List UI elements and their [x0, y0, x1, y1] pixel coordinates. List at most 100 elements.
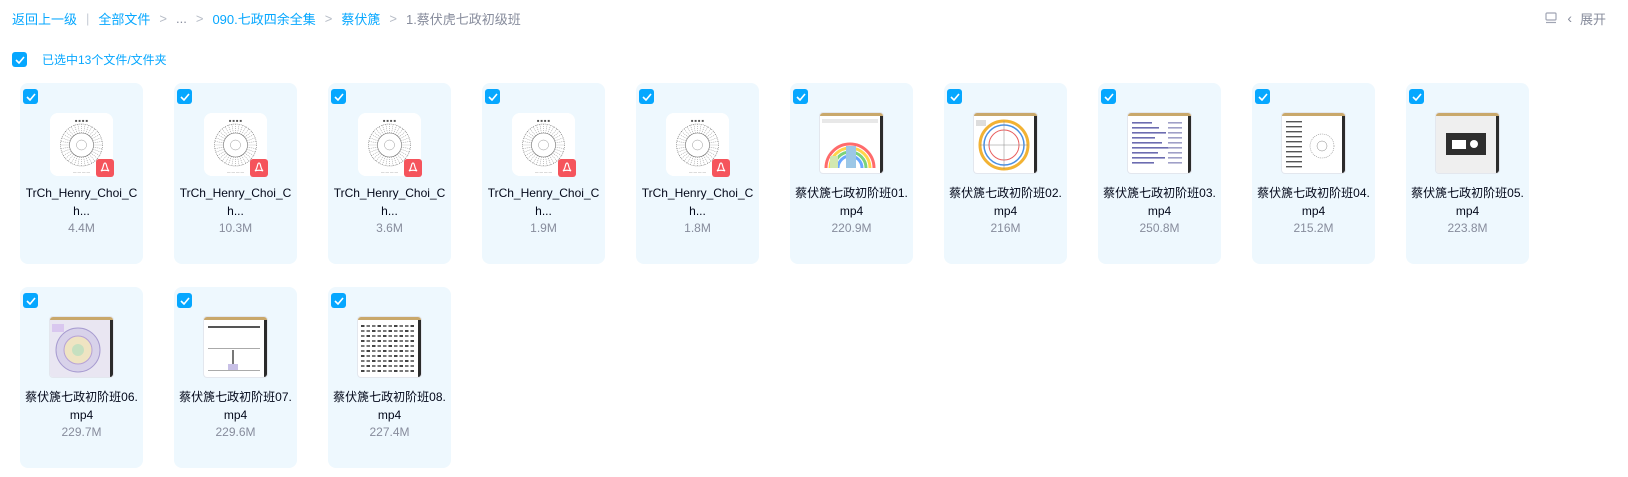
- check-icon: [1257, 92, 1268, 101]
- file-checkbox[interactable]: [177, 89, 192, 104]
- breadcrumb-folder-090[interactable]: 090.七政四余全集: [212, 9, 315, 28]
- file-name[interactable]: 蔡伏篪七政初阶班07.mp4: [178, 388, 293, 424]
- svg-text:— — — —: — — — —: [689, 170, 706, 174]
- file-size: 1.8M: [684, 221, 711, 235]
- selection-bar: 已选中13个文件/文件夹: [12, 51, 167, 68]
- video-file-card[interactable]: 蔡伏篪七政初阶班02.mp4 216M: [944, 83, 1067, 264]
- video-file-card[interactable]: 蔡伏篪七政初阶班04.mp4 215.2M: [1252, 83, 1375, 264]
- video-file-card[interactable]: 蔡伏篪七政初阶班07.mp4 229.6M: [174, 287, 297, 468]
- video-file-card[interactable]: 蔡伏篪七政初阶班05.mp4 223.8M: [1406, 83, 1529, 264]
- video-frame-preview: [358, 317, 421, 377]
- check-icon: [179, 296, 190, 305]
- file-name[interactable]: 蔡伏篪七政初阶班02.mp4: [948, 184, 1063, 220]
- video-thumbnail: [1436, 113, 1499, 176]
- svg-text:■ ■ ■ ■: ■ ■ ■ ■: [691, 118, 705, 123]
- chevron-left-icon: ‹: [1567, 10, 1572, 26]
- file-name[interactable]: 蔡伏篪七政初阶班04.mp4: [1256, 184, 1371, 220]
- check-icon: [333, 92, 344, 101]
- breadcrumb: 返回上一级 | 全部文件 > ... > 090.七政四余全集 > 蔡伏篪 > …: [12, 9, 521, 28]
- pdf-thumbnail: ■ ■ ■ ■ — — — —: [50, 113, 114, 177]
- file-name[interactable]: 蔡伏篪七政初阶班05.mp4: [1410, 184, 1525, 220]
- pdf-thumbnail: ■ ■ ■ ■ — — — —: [666, 113, 730, 177]
- video-file-card[interactable]: 蔡伏篪七政初阶班03.mp4 250.8M: [1098, 83, 1221, 264]
- chevron-right-icon: >: [159, 11, 168, 26]
- pdf-thumbnail: ■ ■ ■ ■ — — — —: [358, 113, 422, 177]
- breadcrumb-bar: 返回上一级 | 全部文件 > ... > 090.七政四余全集 > 蔡伏篪 > …: [0, 0, 1628, 36]
- file-name[interactable]: TrCh_Henry_Choi_Ch...: [178, 184, 293, 220]
- chevron-right-icon: >: [389, 11, 397, 26]
- breadcrumb-current: 1.蔡伏虎七政初级班: [405, 12, 521, 27]
- pdf-file-card[interactable]: ■ ■ ■ ■ — — — — TrCh_Henry_Choi_Ch... 1.9M: [482, 83, 605, 264]
- video-thumbnail: [974, 113, 1037, 176]
- file-name[interactable]: TrCh_Henry_Choi_Ch...: [24, 184, 139, 220]
- video-file-card[interactable]: 蔡伏篪七政初阶班06.mp4 229.7M: [20, 287, 143, 468]
- check-icon: [333, 296, 344, 305]
- check-icon: [14, 55, 25, 64]
- video-file-card[interactable]: 蔡伏篪七政初阶班08.mp4 227.4M: [328, 287, 451, 468]
- pdf-icon: [96, 159, 114, 177]
- file-checkbox[interactable]: [485, 89, 500, 104]
- file-size: 1.9M: [530, 221, 557, 235]
- file-name[interactable]: 蔡伏篪七政初阶班08.mp4: [332, 388, 447, 424]
- svg-text:■ ■ ■ ■: ■ ■ ■ ■: [229, 118, 243, 123]
- expand-label: 展开: [1579, 11, 1606, 27]
- video-thumbnail: [50, 317, 113, 380]
- pdf-icon: [558, 159, 576, 177]
- check-icon: [487, 92, 498, 101]
- file-checkbox[interactable]: [23, 89, 38, 104]
- file-size: 4.4M: [68, 221, 95, 235]
- video-file-card[interactable]: 蔡伏篪七政初阶班01.mp4 220.9M: [790, 83, 913, 264]
- file-checkbox[interactable]: [639, 89, 654, 104]
- pdf-file-card[interactable]: ■ ■ ■ ■ — — — — TrCh_Henry_Choi_Ch... 4.4M: [20, 83, 143, 264]
- breadcrumb-folder-caifuchi[interactable]: 蔡伏篪: [341, 9, 380, 28]
- file-size: 3.6M: [376, 221, 403, 235]
- file-name[interactable]: TrCh_Henry_Choi_Ch...: [640, 184, 755, 220]
- file-name[interactable]: 蔡伏篪七政初阶班01.mp4: [794, 184, 909, 220]
- pdf-icon: [712, 159, 730, 177]
- select-all-checkbox[interactable]: [12, 52, 27, 67]
- selection-count: 已选中13个文件/文件夹: [42, 53, 167, 67]
- file-name[interactable]: TrCh_Henry_Choi_Ch...: [486, 184, 601, 220]
- file-checkbox[interactable]: [1255, 89, 1270, 104]
- video-frame-preview: [1282, 113, 1345, 173]
- check-icon: [25, 296, 36, 305]
- list-view-icon[interactable]: [1541, 8, 1561, 28]
- file-size: 220.9M: [831, 221, 872, 235]
- check-icon: [641, 92, 652, 101]
- expand-button[interactable]: ‹ 展开: [1567, 9, 1606, 28]
- video-frame-preview: [820, 113, 883, 173]
- file-size: 227.4M: [369, 425, 410, 439]
- file-size: 250.8M: [1139, 221, 1180, 235]
- file-size: 229.6M: [215, 425, 256, 439]
- video-thumbnail: [820, 113, 883, 176]
- file-checkbox[interactable]: [177, 293, 192, 308]
- top-right-controls: ‹ 展开: [1541, 8, 1606, 28]
- svg-text:— — — —: — — — —: [535, 170, 552, 174]
- file-size: 215.2M: [1293, 221, 1334, 235]
- check-icon: [1411, 92, 1422, 101]
- pdf-file-card[interactable]: ■ ■ ■ ■ — — — — TrCh_Henry_Choi_Ch... 3.6M: [328, 83, 451, 264]
- video-thumbnail: [1282, 113, 1345, 176]
- file-checkbox[interactable]: [331, 89, 346, 104]
- file-name[interactable]: 蔡伏篪七政初阶班03.mp4: [1102, 184, 1217, 220]
- file-name[interactable]: 蔡伏篪七政初阶班06.mp4: [24, 388, 139, 424]
- breadcrumb-all-files[interactable]: 全部文件: [98, 9, 150, 28]
- pdf-icon: [250, 159, 268, 177]
- file-name[interactable]: TrCh_Henry_Choi_Ch...: [332, 184, 447, 220]
- pdf-file-card[interactable]: ■ ■ ■ ■ — — — — TrCh_Henry_Choi_Ch... 1.8M: [636, 83, 759, 264]
- svg-text:— — — —: — — — —: [227, 170, 244, 174]
- check-icon: [795, 92, 806, 101]
- file-checkbox[interactable]: [331, 293, 346, 308]
- file-checkbox[interactable]: [947, 89, 962, 104]
- back-link[interactable]: 返回上一级: [12, 9, 77, 28]
- file-checkbox[interactable]: [1101, 89, 1116, 104]
- pdf-file-card[interactable]: ■ ■ ■ ■ — — — — TrCh_Henry_Choi_Ch... 10.3M: [174, 83, 297, 264]
- file-checkbox[interactable]: [1409, 89, 1424, 104]
- breadcrumb-ellipsis[interactable]: ...: [176, 11, 187, 26]
- check-icon: [1103, 92, 1114, 101]
- file-size: 223.8M: [1447, 221, 1488, 235]
- svg-text:■ ■ ■ ■: ■ ■ ■ ■: [75, 118, 89, 123]
- file-checkbox[interactable]: [23, 293, 38, 308]
- file-checkbox[interactable]: [793, 89, 808, 104]
- pdf-thumbnail: ■ ■ ■ ■ — — — —: [512, 113, 576, 177]
